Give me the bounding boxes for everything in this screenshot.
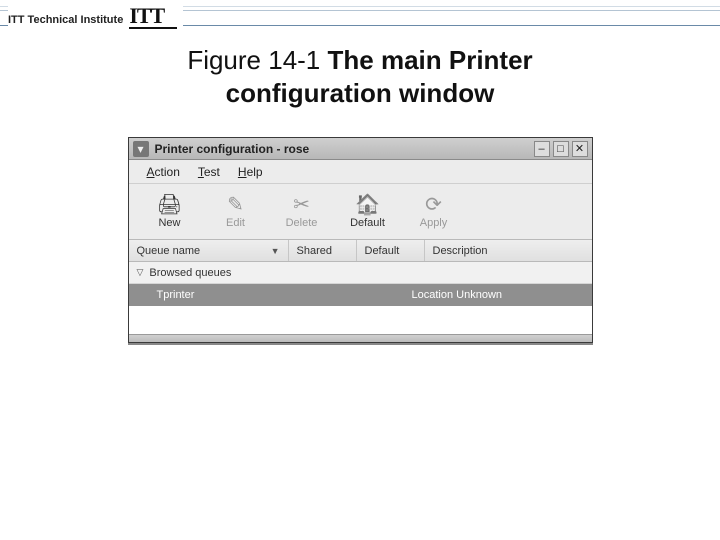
- apply-button[interactable]: ⟳ Apply: [403, 188, 465, 236]
- title-bar[interactable]: ▾ Printer configuration - rose – □ ✕: [129, 138, 592, 160]
- delete-button[interactable]: ✂ Delete: [271, 188, 333, 236]
- table-row[interactable]: Tprinter Location Unknown: [129, 284, 592, 306]
- window-title: Printer configuration - rose: [155, 142, 310, 156]
- section-label: Browsed queues: [149, 267, 231, 279]
- status-bar: [129, 334, 592, 342]
- apply-label: Apply: [420, 217, 448, 229]
- home-icon: 🏠: [355, 195, 380, 215]
- figure-title-line1: The main Printer: [328, 45, 533, 75]
- delete-label: Delete: [286, 217, 318, 229]
- menu-action[interactable]: Action: [147, 165, 180, 179]
- printer-icon: 🖨: [157, 195, 182, 215]
- header-description[interactable]: Description: [425, 240, 592, 261]
- menu-bar: Action Test Help: [129, 160, 592, 184]
- default-label: Default: [350, 217, 385, 229]
- chevron-down-icon: ▼: [271, 246, 280, 256]
- header-queue-name[interactable]: Queue name ▼: [129, 240, 289, 261]
- column-headers: Queue name ▼ Shared Default Description: [129, 240, 592, 262]
- figure-number: Figure 14-1: [187, 45, 320, 75]
- figure-caption: Figure 14-1 The main Printer configurati…: [0, 44, 720, 109]
- brand-name: ITT Technical Institute: [8, 14, 123, 26]
- row-description: Location Unknown: [412, 289, 592, 301]
- refresh-icon: ⟳: [425, 195, 442, 215]
- brand-bar: ITT Technical Institute ITT: [0, 0, 720, 26]
- disclosure-triangle-icon: ▽: [137, 267, 144, 278]
- printer-config-window: ▾ Printer configuration - rose – □ ✕ Act…: [128, 137, 593, 343]
- new-label: New: [158, 217, 180, 229]
- brand-logo: ITT: [129, 3, 164, 28]
- delete-icon: ✂: [293, 195, 310, 215]
- edit-label: Edit: [226, 217, 245, 229]
- edit-button[interactable]: ✎ Edit: [205, 188, 267, 236]
- header-shared[interactable]: Shared: [289, 240, 357, 261]
- menu-test[interactable]: Test: [198, 165, 220, 179]
- maximize-button[interactable]: □: [553, 141, 569, 157]
- menu-help[interactable]: Help: [238, 165, 263, 179]
- row-queue-name: Tprinter: [157, 289, 412, 301]
- close-button[interactable]: ✕: [572, 141, 588, 157]
- minimize-button[interactable]: –: [534, 141, 550, 157]
- section-browsed-queues[interactable]: ▽ Browsed queues: [129, 262, 592, 284]
- default-button[interactable]: 🏠 Default: [337, 188, 399, 236]
- empty-area: [129, 306, 592, 334]
- edit-icon: ✎: [227, 195, 244, 215]
- window-menu-icon[interactable]: ▾: [133, 141, 149, 157]
- figure-title-line2: configuration window: [226, 78, 495, 108]
- tool-bar: 🖨 New ✎ Edit ✂ Delete 🏠 Default ⟳ Apply: [129, 184, 592, 240]
- new-button[interactable]: 🖨 New: [139, 188, 201, 236]
- header-default[interactable]: Default: [357, 240, 425, 261]
